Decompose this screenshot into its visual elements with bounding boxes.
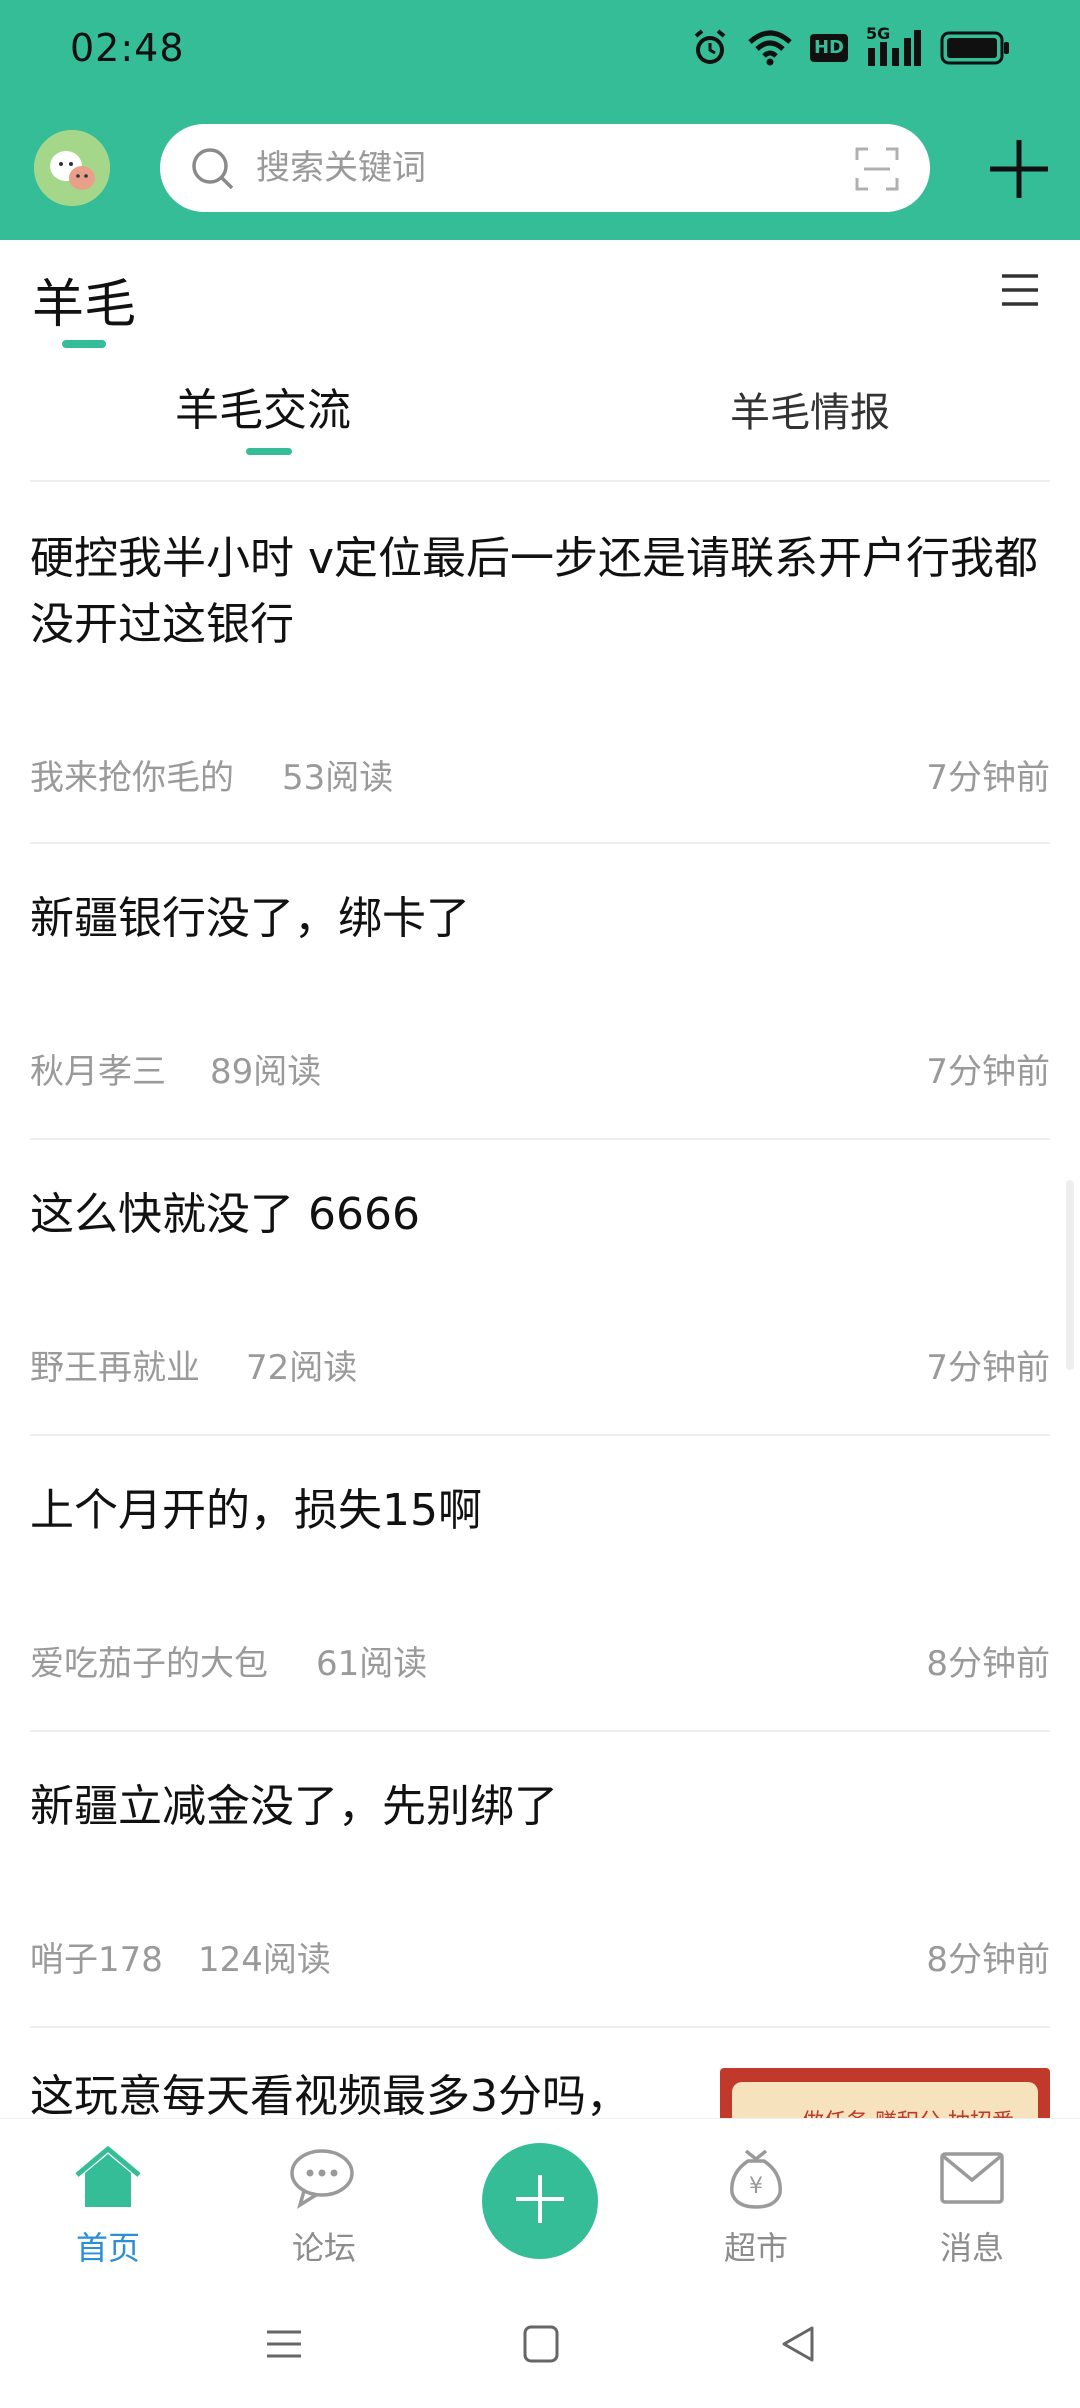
menu-icon[interactable] [1000,272,1040,312]
hd-icon: HD [809,34,848,62]
search-input[interactable] [256,138,776,198]
scan-icon[interactable] [854,146,900,196]
post-title[interactable]: 上个月开的，损失15啊 [30,1478,1040,1544]
post-title[interactable]: 新疆银行没了，绑卡了 [30,886,1040,952]
scrollbar[interactable] [1066,1180,1074,1370]
post-feed: 硬控我半小时 v定位最后一步还是请联系开户行我都没开过这银行 我来抢你毛的 53… [0,482,1080,2148]
post-item[interactable]: 上个月开的，损失15啊 爱吃茄子的大包 61阅读 8分钟前 [30,1436,1050,1732]
status-icons: HD 5G [690,24,1010,72]
post-reads: 53阅读 [282,758,394,798]
post-item[interactable]: 这么快就没了 6666 野王再就业 72阅读 7分钟前 [30,1140,1050,1436]
post-item[interactable]: 新疆立减金没了，先别绑了 哨子178 124阅读 8分钟前 [30,1732,1050,2028]
nav-label: 超市 [723,2229,788,2267]
alarm-icon [690,28,730,68]
svg-text:¥: ¥ [749,2174,763,2199]
home-button-icon[interactable] [522,2324,560,2368]
nav-label: 首页 [75,2229,140,2267]
wifi-icon [748,30,792,66]
nav-market[interactable]: ¥ 超市 [676,2139,836,2269]
system-nav [0,2288,1080,2408]
post-time: 7分钟前 [926,1052,1050,1092]
post-author[interactable]: 秋月孝三 [30,1044,166,1093]
post-item[interactable]: 硬控我半小时 v定位最后一步还是请联系开户行我都没开过这银行 我来抢你毛的 53… [30,482,1050,844]
search-bar[interactable] [160,124,930,212]
envelope-icon [892,2139,1052,2217]
post-title[interactable]: 硬控我半小时 v定位最后一步还是请联系开户行我都没开过这银行 [30,526,1040,658]
post-author[interactable]: 哨子178 [30,1932,163,1981]
nav-label: 消息 [939,2229,1004,2267]
recent-apps-icon[interactable] [264,2324,304,2368]
money-bag-icon: ¥ [676,2139,836,2217]
user-avatar[interactable] [34,130,110,206]
app-screen: 02:48 HD 5G 搜索关键词 羊毛 羊毛交流 羊毛情报 硬控我半小时 v定… [0,0,1080,2408]
post-author[interactable]: 爱吃茄子的大包 [30,1636,268,1685]
nav-home[interactable]: 首页 [28,2139,188,2269]
post-item[interactable]: 新疆银行没了，绑卡了 秋月孝三 89阅读 7分钟前 [30,844,1050,1140]
search-icon [190,146,236,196]
nav-messages[interactable]: 消息 [892,2139,1052,2269]
tab-intel[interactable]: 羊毛情报 [730,380,890,438]
create-post-button[interactable] [482,2143,598,2259]
post-meta: 秋月孝三 89阅读 7分钟前 [30,1044,1050,1094]
battery-icon [940,31,1010,65]
nav-label: 论坛 [291,2229,356,2267]
post-meta: 我来抢你毛的 53阅读 7分钟前 [30,750,1050,800]
nav-forum[interactable]: 论坛 [244,2139,404,2269]
tab-exchange[interactable]: 羊毛交流 [175,374,351,438]
post-reads: 72阅读 [246,1348,358,1388]
post-title[interactable]: 新疆立减金没了，先别绑了 [30,1774,1040,1840]
post-author[interactable]: 我来抢你毛的 [30,750,234,799]
status-time: 02:48 [70,26,185,70]
post-time: 8分钟前 [926,1644,1050,1684]
post-reads: 61阅读 [316,1644,428,1684]
post-reads: 89阅读 [210,1052,322,1092]
post-time: 7分钟前 [926,758,1050,798]
top-header: 02:48 HD 5G [0,0,1080,240]
chat-bubble-icon [244,2139,404,2217]
post-time: 7分钟前 [926,1348,1050,1388]
plus-icon [512,2171,568,2231]
5g-signal-icon: 5G [866,24,922,68]
bottom-nav: 首页 论坛 ¥ 超市 消息 [0,2118,1080,2288]
home-icon [28,2139,188,2217]
post-author[interactable]: 野王再就业 [30,1340,200,1389]
tab-active-indicator [246,448,292,455]
add-icon[interactable] [986,136,1052,206]
title-underline [62,340,106,348]
post-reads: 124阅读 [198,1940,331,1980]
post-time: 8分钟前 [926,1940,1050,1980]
post-meta: 野王再就业 72阅读 7分钟前 [30,1340,1050,1390]
back-icon[interactable] [778,2324,818,2368]
post-meta: 哨子178 124阅读 8分钟前 [30,1932,1050,1982]
page-title: 羊毛 [32,275,137,335]
post-meta: 爱吃茄子的大包 61阅读 8分钟前 [30,1636,1050,1686]
post-title[interactable]: 这么快就没了 6666 [30,1182,1040,1248]
